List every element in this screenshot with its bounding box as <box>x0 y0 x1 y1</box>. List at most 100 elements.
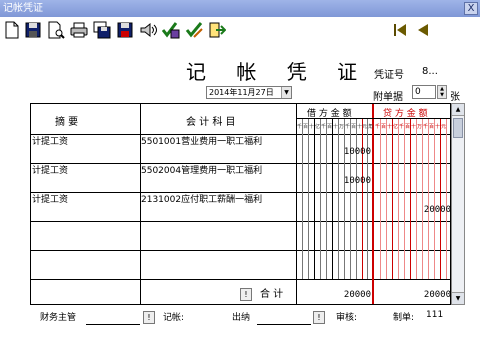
digit-label: 万 <box>339 124 345 130</box>
printer-icon[interactable] <box>70 21 88 39</box>
row-summary[interactable]: 计提工资 <box>32 166 68 177</box>
digit-label: 十 <box>435 124 441 130</box>
bookkeeper-label: 记帐: <box>163 313 185 323</box>
digit-label: 亿 <box>315 124 321 130</box>
digit-column <box>416 118 417 279</box>
cashier-field[interactable] <box>257 324 311 325</box>
row-divider <box>31 250 450 251</box>
total-calc-button[interactable]: ! <box>240 288 252 301</box>
column-divider-credit <box>372 104 374 304</box>
digit-label: 角 <box>368 124 374 130</box>
row-account[interactable]: 5502004管理费用一职工福利 <box>141 166 262 177</box>
digit-label: 元 <box>362 124 368 130</box>
supervisor-label: 财务主管 <box>40 313 77 323</box>
digit-column <box>320 118 321 279</box>
audio-icon[interactable] <box>139 21 157 39</box>
digit-label: 亿 <box>393 124 399 130</box>
digit-column <box>367 118 368 279</box>
column-divider <box>296 104 297 304</box>
maker-label: 制单: <box>393 313 415 323</box>
cashier-button[interactable]: ! <box>313 311 325 324</box>
digit-column <box>326 118 327 279</box>
voucher-number-value: 8... <box>422 66 438 77</box>
voucher-table: 摘 要 会 计 科 目 借 方 金 额 贷 方 金 额 千 百 十 亿 千 百 … <box>30 103 451 305</box>
digit-label: 万 <box>417 124 423 130</box>
row-divider <box>31 221 450 222</box>
digit-label: 千 <box>399 124 405 130</box>
date-picker[interactable]: 2014年11月27日 ▼ <box>206 86 292 99</box>
reviewer-label: 审核: <box>336 313 358 323</box>
digit-column <box>410 118 411 279</box>
cashier-label: 出纳 <box>232 313 251 323</box>
print-preview-icon[interactable] <box>47 21 65 39</box>
edit-check-icon[interactable] <box>185 21 203 39</box>
first-record-icon[interactable] <box>391 21 409 39</box>
attachment-spinner[interactable]: ▲ ▼ <box>437 85 447 99</box>
previous-record-icon[interactable] <box>414 21 432 39</box>
maker-value: 111 <box>426 310 444 320</box>
check-approve-icon[interactable] <box>162 21 180 39</box>
digit-label: 千 <box>423 124 429 130</box>
chevron-down-icon[interactable]: ▼ <box>281 87 291 98</box>
scroll-thumb[interactable] <box>453 118 463 138</box>
row-debit[interactable]: 10000 <box>336 147 371 157</box>
digit-column <box>404 118 405 279</box>
row-account[interactable]: 2131002应付职工薪酬一福利 <box>141 195 262 206</box>
digit-column <box>332 118 333 279</box>
new-file-icon[interactable] <box>3 21 21 39</box>
window-title: 记帐凭证 <box>3 3 43 14</box>
page-title: 记 帐 凭 证 <box>186 60 370 84</box>
title-bar: 记帐凭证 X <box>0 0 480 17</box>
save-icon[interactable] <box>24 21 42 39</box>
digit-label: 百 <box>303 124 309 130</box>
voucher-number-label: 凭证号 <box>374 70 404 81</box>
row-summary[interactable]: 计提工资 <box>32 195 68 206</box>
digit-column <box>308 118 309 279</box>
row-divider <box>31 279 450 280</box>
save-disk-icon[interactable] <box>116 21 134 39</box>
row-debit[interactable]: 10000 <box>336 176 371 186</box>
attachment-unit: 张 <box>450 92 460 103</box>
toolbar <box>0 17 480 44</box>
digit-column <box>386 118 387 279</box>
digit-column <box>434 118 435 279</box>
digit-label: 千 <box>345 124 351 130</box>
digit-label: 千 <box>321 124 327 130</box>
total-label: 合 计 <box>260 289 284 300</box>
scroll-down-icon[interactable]: ▼ <box>452 292 464 304</box>
scroll-up-icon[interactable]: ▲ <box>452 104 464 116</box>
digit-label: 百 <box>381 124 387 130</box>
digit-label: 十 <box>333 124 339 130</box>
digit-column <box>314 118 315 279</box>
debit-header: 借 方 金 额 <box>307 109 352 119</box>
date-value: 2014年11月27日 <box>209 88 274 97</box>
row-account[interactable]: 5501001营业费用一职工福利 <box>141 137 262 148</box>
digit-column <box>380 118 381 279</box>
row-credit[interactable]: 20000 <box>411 205 451 215</box>
exit-icon[interactable] <box>208 21 226 39</box>
digit-label: 千 <box>375 124 381 130</box>
row-divider <box>31 163 450 164</box>
row-summary[interactable]: 计提工资 <box>32 137 68 148</box>
spin-down-icon[interactable]: ▼ <box>438 92 446 98</box>
digit-column <box>302 118 303 279</box>
vertical-scrollbar[interactable]: ▲ ▼ <box>451 103 465 305</box>
digit-column <box>446 118 447 279</box>
digit-label: 十 <box>411 124 417 130</box>
digit-label: 百 <box>405 124 411 130</box>
summary-header: 摘 要 <box>55 117 79 128</box>
close-button[interactable]: X <box>464 2 478 15</box>
attachment-count-input[interactable]: 0 <box>412 85 436 99</box>
digit-column <box>338 118 339 279</box>
digit-column <box>422 118 423 279</box>
header-divider <box>31 134 450 135</box>
supervisor-button[interactable]: ! <box>143 311 155 324</box>
digit-label: 百 <box>429 124 435 130</box>
digit-column <box>392 118 393 279</box>
save-as-icon[interactable] <box>93 21 111 39</box>
supervisor-field[interactable] <box>86 324 140 325</box>
row-divider <box>31 192 450 193</box>
attachment-label: 附单据 <box>373 92 403 103</box>
digit-label: 千 <box>297 124 303 130</box>
digit-column <box>440 118 441 279</box>
